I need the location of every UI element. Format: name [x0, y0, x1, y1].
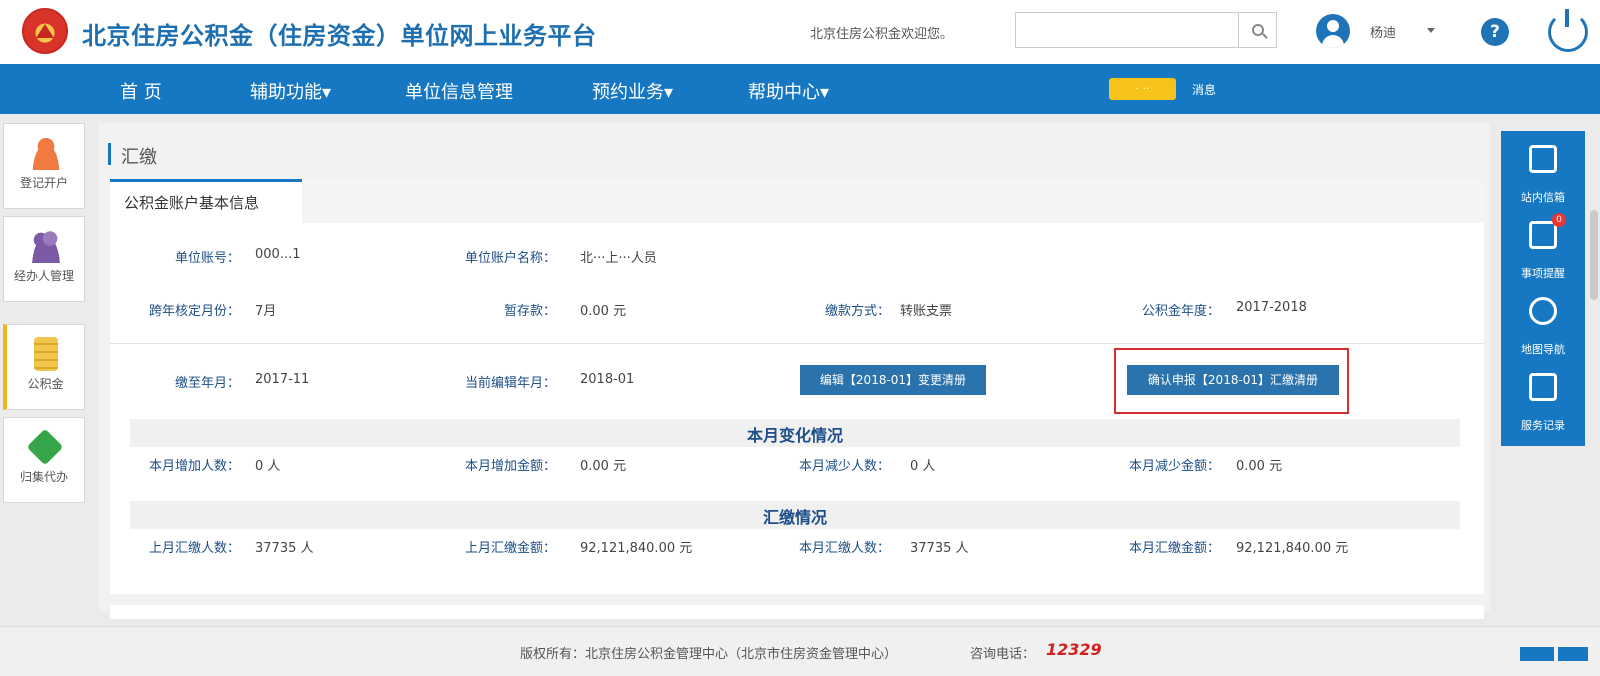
coins-icon [34, 337, 58, 371]
unit-no-label: 单位账号： [174, 251, 240, 266]
this-amount-value: 92,121,840.00 元 [1236, 541, 1349, 556]
welcome-text: 北京住房公积金欢迎您。 [810, 27, 954, 42]
chevron-down-icon[interactable] [1427, 28, 1435, 33]
rightbar-label: 站内信箱 [1521, 191, 1565, 204]
rightbar-label: 地图导航 [1521, 343, 1565, 356]
rightbar-item-reminder[interactable]: 0 事项提醒 [1501, 213, 1585, 293]
search-button[interactable] [1238, 13, 1276, 47]
tab-account-info[interactable]: 公积金账户基本信息 [110, 179, 302, 223]
tag-icon [26, 428, 64, 466]
page-title: 汇缴 [121, 147, 157, 168]
edit-change-list-button[interactable]: 编辑【2018-01】变更清册 [800, 365, 986, 395]
user-add-icon [29, 136, 63, 170]
add-amount-value: 0.00 元 [580, 459, 627, 474]
nav-item-unit-info[interactable]: 单位信息管理 [405, 78, 513, 104]
rightbar-item-map[interactable]: 地图导航 [1501, 289, 1585, 369]
account-info-card: 公积金账户基本信息 单位账号： 000...1 单位账户名称： 北···上···… [110, 179, 1484, 594]
user-avatar-icon[interactable] [1316, 14, 1350, 48]
paid-until-label: 缴至年月： [174, 376, 240, 391]
payment-method-label: 缴款方式： [824, 304, 890, 319]
rightbar-item-service[interactable]: 服务记录 [1501, 365, 1585, 445]
last-amount-value: 92,121,840.00 元 [580, 541, 693, 556]
page-title-bar: 汇缴 [108, 131, 1482, 175]
nav-item-home[interactable]: 首 页 [120, 78, 162, 104]
footer-toggle-left[interactable] [1520, 647, 1554, 661]
temp-deposit-label: 暂存款： [503, 304, 556, 319]
reduce-amount-value: 0.00 元 [1236, 459, 1283, 474]
footer: 版权所有：北京住房公积金管理中心（北京市住房资金管理中心） 咨询电话： 1232… [0, 626, 1600, 676]
help-icon[interactable]: ? [1481, 18, 1509, 46]
copyright-text: 版权所有：北京住房公积金管理中心（北京市住房资金管理中心） [520, 647, 898, 662]
reminder-icon [1529, 221, 1557, 249]
confirm-declare-button[interactable]: 确认申报【2018-01】汇缴清册 [1127, 365, 1339, 395]
mailbox-icon [1529, 145, 1557, 173]
hotline-number: 12329 [1046, 640, 1102, 659]
sidebar-item-label: 登记开户 [19, 176, 68, 190]
unit-no-value: 000...1 [255, 247, 301, 262]
temp-deposit-value: 0.00 元 [580, 304, 627, 319]
last-people-value: 37735 人 [255, 541, 314, 556]
main-content: 汇缴 公积金账户基本信息 单位账号： 000...1 单位账户名称： 北···上… [98, 123, 1490, 619]
add-people-value: 0 人 [255, 459, 281, 474]
main-nav: 首 页 辅助功能▾ 单位信息管理 预约业务▾ 帮助中心▾ · ·· 消息 [0, 64, 1600, 114]
divider [110, 343, 1484, 344]
current-month-value: 2018-01 [580, 372, 635, 387]
site-title: 北京住房公积金（住房资金）单位网上业务平台 [82, 22, 597, 50]
nav-item-reservation[interactable]: 预约业务▾ [592, 78, 673, 104]
add-people-label: 本月增加人数： [148, 459, 240, 474]
nav-item-assist[interactable]: 辅助功能▾ [250, 78, 331, 104]
payment-method-value: 转账支票 [900, 304, 953, 319]
this-people-label: 本月汇缴人数： [798, 541, 890, 556]
page-scrollbar[interactable] [1590, 210, 1598, 300]
sidebar-item-collection[interactable]: 归集代办 [3, 417, 85, 503]
rightbar-item-mailbox[interactable]: 站内信箱 [1501, 137, 1585, 217]
month-changes-title: 本月变化情况 [746, 426, 843, 445]
reminder-badge: 0 [1552, 213, 1566, 227]
sidebar-item-label: 经办人管理 [13, 269, 74, 283]
rightbar-label: 服务记录 [1521, 419, 1565, 432]
paid-until-value: 2017-11 [255, 372, 310, 387]
verify-month-value: 7月 [255, 304, 277, 319]
users-icon [29, 229, 63, 263]
reduce-amount-label: 本月减少金额： [1128, 459, 1220, 474]
sidebar-item-label: 归集代办 [19, 470, 68, 484]
nav-message-link[interactable]: 消息 [1192, 81, 1216, 98]
add-amount-label: 本月增加金额： [464, 459, 556, 474]
current-month-label: 当前编辑年月： [464, 376, 556, 391]
header: 北京住房公积金（住房资金）单位网上业务平台 北京住房公积金欢迎您。 杨迪 ? [0, 0, 1600, 64]
hotline-label: 咨询电话： [970, 647, 1036, 662]
right-toolbar: 站内信箱 0 事项提醒 地图导航 服务记录 [1501, 131, 1585, 446]
reduce-people-value: 0 人 [910, 459, 936, 474]
next-card [110, 605, 1484, 619]
this-amount-label: 本月汇缴金额： [1128, 541, 1220, 556]
search-box [1015, 12, 1277, 48]
sidebar-item-operators[interactable]: 经办人管理 [3, 216, 85, 302]
user-name[interactable]: 杨迪 [1370, 22, 1396, 41]
fund-year-label: 公积金年度： [1141, 304, 1220, 319]
power-icon[interactable] [1548, 9, 1588, 52]
search-input[interactable] [1016, 13, 1240, 47]
title-accent [108, 143, 111, 165]
verify-month-label: 跨年核定月份： [148, 304, 240, 319]
tab-bar [302, 179, 1484, 223]
sidebar-item-label: 公积金 [27, 377, 64, 391]
rightbar-label: 事项提醒 [1521, 267, 1565, 280]
summary-title: 汇缴情况 [762, 508, 827, 527]
fund-year-value: 2017-2018 [1236, 300, 1307, 315]
footer-toggle-right[interactable] [1558, 647, 1588, 661]
reduce-people-label: 本月减少人数： [798, 459, 890, 474]
nav-item-help-center[interactable]: 帮助中心▾ [748, 78, 829, 104]
last-people-label: 上月汇缴人数： [148, 541, 240, 556]
nav-badge[interactable]: · ·· [1109, 78, 1176, 100]
account-name-value: 北···上···人员 [580, 251, 657, 266]
sidebar-item-register[interactable]: 登记开户 [3, 123, 85, 209]
last-amount-label: 上月汇缴金额： [464, 541, 556, 556]
housing-fund-logo [22, 8, 68, 54]
account-name-label: 单位账户名称： [464, 251, 556, 266]
search-icon [1251, 24, 1264, 36]
calculator-icon [1529, 373, 1557, 401]
sidebar-item-fund[interactable]: 公积金 [3, 324, 85, 410]
this-people-value: 37735 人 [910, 541, 969, 556]
alarm-clock-icon [1529, 297, 1557, 325]
